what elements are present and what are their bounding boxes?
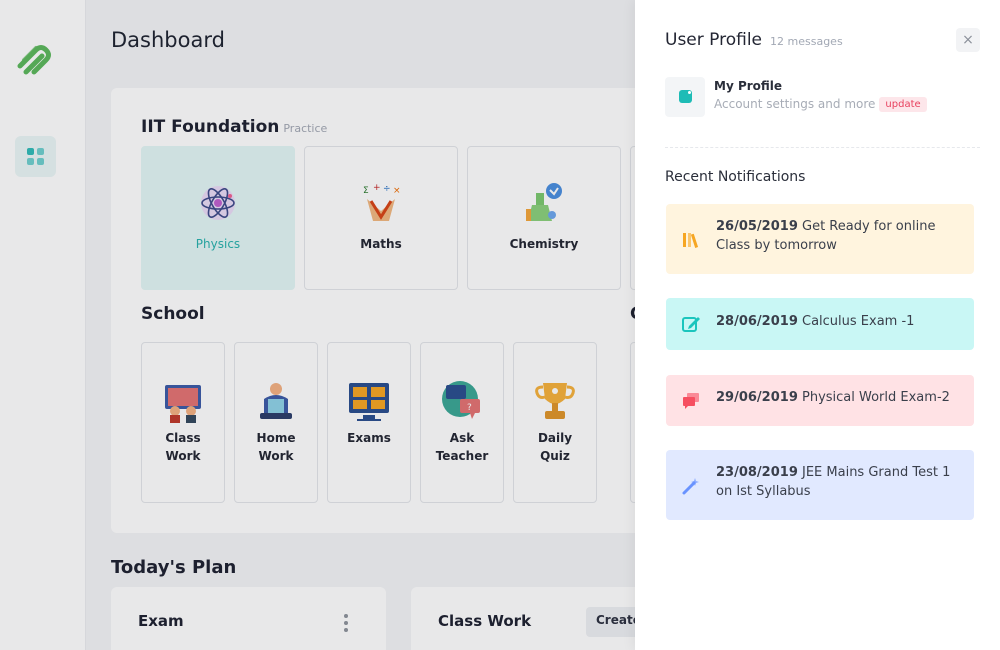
notifications-heading: Recent Notifications	[665, 169, 806, 185]
notification-item[interactable]: 29/06/2019 Physical World Exam-2	[666, 375, 974, 426]
notification-item[interactable]: 23/08/2019 JEE Mains Grand Test 1 on Ist…	[666, 450, 974, 520]
books-icon	[683, 233, 699, 248]
notification-date: 28/06/2019	[716, 314, 798, 329]
profile-description: Account settings and more update	[714, 97, 927, 112]
divider	[665, 147, 980, 148]
notification-text: 29/06/2019 Physical World Exam-2	[716, 388, 958, 407]
user-profile-panel: User Profile 12 messages × My Profile Acc…	[635, 0, 1000, 650]
notification-text: 23/08/2019 JEE Mains Grand Test 1 on Ist…	[716, 463, 958, 501]
notification-message: Calculus Exam -1	[802, 314, 915, 329]
message-count: 12 messages	[770, 35, 843, 48]
notification-date: 29/06/2019	[716, 390, 798, 405]
close-icon[interactable]: ×	[956, 28, 980, 52]
notification-date: 23/08/2019	[716, 465, 798, 480]
notification-date: 26/05/2019	[716, 219, 798, 234]
notification-message: Physical World Exam-2	[802, 390, 950, 405]
chat-icon	[683, 393, 699, 409]
my-profile-link[interactable]: My Profile	[714, 79, 782, 93]
notification-text: 26/05/2019 Get Ready for online Class by…	[716, 217, 958, 255]
notification-item[interactable]: 28/06/2019 Calculus Exam -1	[666, 298, 974, 350]
update-badge: update	[879, 97, 927, 112]
notification-item[interactable]: 26/05/2019 Get Ready for online Class by…	[666, 204, 974, 274]
wand-icon	[682, 478, 699, 495]
notification-text: 28/06/2019 Calculus Exam -1	[716, 312, 958, 331]
panel-title: User Profile 12 messages	[665, 30, 843, 50]
edit-icon	[682, 317, 700, 332]
profile-card-icon[interactable]	[665, 77, 705, 117]
modal-overlay[interactable]	[0, 0, 635, 650]
